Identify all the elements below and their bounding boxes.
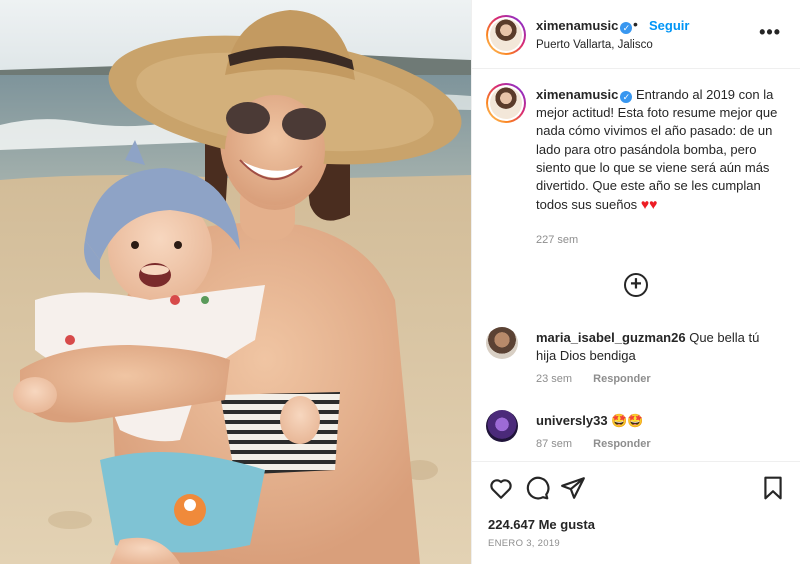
reply-button[interactable]: Responder [593, 438, 650, 450]
follow-button[interactable]: Seguir [649, 18, 689, 33]
post-actions: 224.647 Me gusta ENERO 3, 2019 [472, 461, 800, 564]
caption-time[interactable]: 227 sem [536, 234, 578, 246]
separator-dot: • [633, 16, 638, 32]
post-location[interactable]: Puerto Vallarta, Jalisco [536, 39, 653, 51]
comment-username[interactable]: maria_isabel_guzman26 [536, 330, 686, 345]
post-date: ENERO 3, 2019 [488, 538, 561, 549]
commenter-avatar[interactable] [486, 410, 518, 442]
comment-time: 23 sem [536, 373, 573, 385]
bookmark-icon[interactable] [760, 475, 786, 501]
caption-avatar[interactable] [486, 83, 526, 123]
commenter-avatar[interactable] [486, 327, 518, 359]
author-avatar[interactable] [486, 15, 526, 55]
beach-photo-illustration [0, 0, 471, 564]
comment-meta: 23 sem Responder [536, 373, 669, 385]
reply-button[interactable]: Responder [593, 373, 650, 385]
post-header: ximenamusic ✓ • Seguir Puerto Vallarta, J… [472, 0, 800, 69]
post-photo[interactable] [0, 0, 471, 564]
more-options-icon[interactable]: ••• [759, 22, 781, 43]
comment-icon[interactable] [524, 475, 550, 501]
heart-icon[interactable] [488, 475, 514, 501]
post-sidebar: ximenamusic ✓ • Seguir Puerto Vallarta, J… [471, 0, 800, 564]
caption-text: ximenamusic ✓ Entrando al 2019 con la mej… [536, 86, 784, 214]
comment-item: maria_isabel_guzman26 Que bella tú hija … [486, 327, 786, 387]
caption-body: Entrando al 2019 con la mejor actitud! E… [536, 87, 778, 213]
share-icon[interactable] [560, 475, 586, 501]
likes-count[interactable]: 224.647 Me gusta [488, 517, 595, 532]
comment-text: universly33 🤩🤩 [536, 412, 776, 430]
comment-time: 87 sem [536, 438, 573, 450]
caption-username[interactable]: ximenamusic [536, 87, 618, 102]
comment-text: maria_isabel_guzman26 Que bella tú hija … [536, 329, 776, 365]
comment-username[interactable]: universly33 [536, 413, 608, 428]
post-modal: ximenamusic ✓ • Seguir Puerto Vallarta, J… [0, 0, 800, 564]
author-username[interactable]: ximenamusic ✓ [536, 18, 633, 34]
plus-circle-icon[interactable]: + [624, 273, 648, 297]
verified-badge-icon: ✓ [620, 91, 633, 103]
comment-body: 🤩🤩 [611, 413, 644, 428]
heart-emoji: ♥♥ [640, 196, 658, 213]
comment-meta: 87 sem Responder [536, 438, 669, 450]
verified-badge-icon: ✓ [620, 22, 633, 34]
